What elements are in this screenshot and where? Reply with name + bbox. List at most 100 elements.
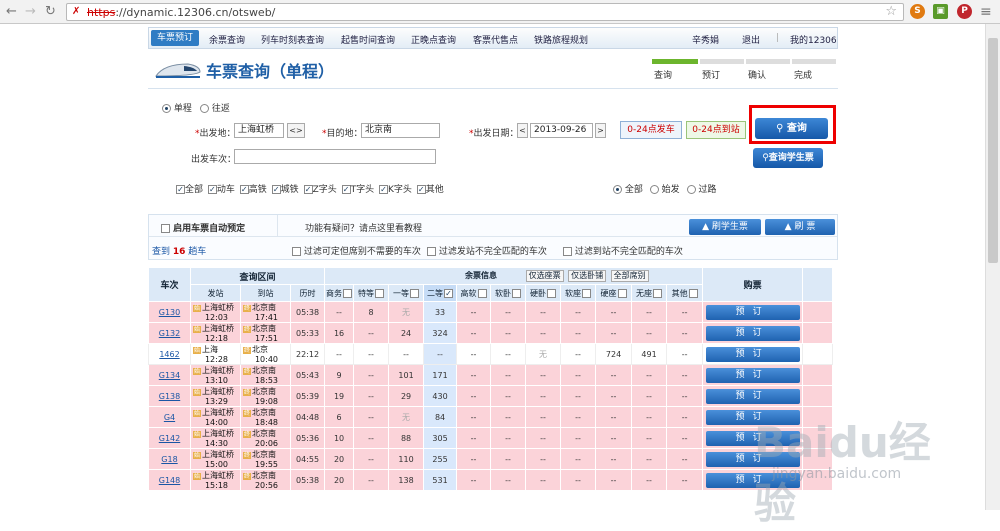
filter-pass[interactable]: 过路 <box>686 185 716 195</box>
auto-book-checkbox[interactable] <box>161 224 170 233</box>
forward-icon[interactable]: → <box>25 4 36 20</box>
scrollbar-thumb[interactable] <box>988 38 998 263</box>
only-sleeper-button[interactable]: 仅选卧铺 <box>568 270 607 282</box>
prev-date-button[interactable]: < <box>517 123 528 138</box>
round-trip-option[interactable]: 往返 <box>200 101 230 114</box>
to-cell: 终北京南 20:56 <box>240 469 291 491</box>
type-g[interactable]: ✓高铁 <box>239 185 267 195</box>
round-trip-radio[interactable] <box>200 104 209 113</box>
address-bar[interactable]: ✗ https://dynamic.12306.cn/otsweb/ ☆ <box>66 3 904 21</box>
type-c[interactable]: ✓城铁 <box>271 185 299 195</box>
col-class-8[interactable]: 硬座 <box>595 284 633 302</box>
train-no-input[interactable] <box>234 149 436 164</box>
book-button[interactable]: 预订 <box>705 325 800 341</box>
col-class-3[interactable]: 二等 ✓ <box>423 284 458 302</box>
book-button[interactable]: 预订 <box>705 304 800 320</box>
one-way-option[interactable]: 单程 <box>162 101 192 114</box>
nav-item-sale-time[interactable]: 起售时间查询 <box>341 33 395 46</box>
train-number-link[interactable]: G130 <box>148 301 191 323</box>
seat-cell: -- <box>456 385 492 407</box>
seat-cell: -- <box>490 343 527 365</box>
train-number-link[interactable]: 1462 <box>148 343 191 365</box>
nav-item-timetable[interactable]: 列车时刻表查询 <box>261 33 324 46</box>
col-class-2[interactable]: 一等 <box>388 284 425 302</box>
menu-icon[interactable]: ≡ <box>980 4 992 20</box>
col-class-0[interactable]: 商务 <box>324 284 355 302</box>
all-seat-button[interactable]: 全部席别 <box>610 270 649 282</box>
seat-cell: 138 <box>388 469 425 491</box>
nav-item-agents[interactable]: 客票代售点 <box>473 33 518 46</box>
col-class-1[interactable]: 特等 <box>353 284 390 302</box>
train-number-link[interactable]: G138 <box>148 385 191 407</box>
train-number-link[interactable]: G132 <box>148 322 191 344</box>
cart-icon[interactable]: ▣ <box>933 4 948 19</box>
scrollbar[interactable] <box>985 24 1000 510</box>
col-class-5[interactable]: 软卧 <box>490 284 527 302</box>
seat-cell: -- <box>525 364 562 386</box>
filter-all[interactable]: 全部 <box>613 185 643 195</box>
train-number-link[interactable]: G142 <box>148 427 191 449</box>
seat-cell: -- <box>595 364 633 386</box>
one-way-radio[interactable] <box>162 104 171 113</box>
nav-item-delay[interactable]: 正晚点查询 <box>411 33 456 46</box>
book-button[interactable]: 预订 <box>705 346 800 362</box>
train-number-link[interactable]: G148 <box>148 469 191 491</box>
col-class-10[interactable]: 其他 <box>666 284 704 302</box>
query-student-button[interactable]: ⚲查询学生票 <box>753 148 823 168</box>
seat-cell: 255 <box>423 448 458 470</box>
to-station-input[interactable]: 北京南 <box>361 123 440 138</box>
book-cell: 预订 <box>702 364 804 386</box>
book-cell: 预订 <box>702 301 804 323</box>
extension-p-icon[interactable]: P <box>957 4 972 19</box>
insecure-icon: ✗ <box>72 6 81 17</box>
type-all[interactable]: ✓全部 <box>176 185 203 195</box>
only-seat-button[interactable]: 仅选座票 <box>525 270 564 282</box>
logout-link[interactable]: 退出 <box>742 33 760 46</box>
book-button[interactable]: 预订 <box>705 388 800 404</box>
type-other[interactable]: ✓其他 <box>416 185 444 195</box>
book-button[interactable]: 预订 <box>705 367 800 383</box>
help-link[interactable]: 功能有疑问？请点这里看教程 <box>305 221 422 234</box>
reload-icon[interactable]: ↻ <box>45 4 56 20</box>
nav-book-tickets[interactable]: 车票预订 <box>151 30 199 46</box>
start-badge-icon: 始 <box>193 430 202 438</box>
seat-cell: -- <box>353 406 390 428</box>
terminal-badge-icon: 终 <box>243 472 252 480</box>
seat-cell: 305 <box>423 427 458 449</box>
browser-toolbar: ← → ↻ ✗ https://dynamic.12306.cn/otsweb/… <box>0 0 1000 24</box>
filter-unneeded-seat[interactable]: 过滤可定但席别不需要的车次 <box>292 244 421 257</box>
date-input[interactable]: 2013-09-26 <box>530 123 593 138</box>
auto-book-option[interactable]: 启用车票自动预定 <box>161 221 245 234</box>
nav-item-remaining[interactable]: 余票查询 <box>209 33 245 46</box>
col-class-6[interactable]: 硬卧 <box>525 284 562 302</box>
refresh-student-button[interactable]: ▲ 刷学生票 <box>689 219 761 235</box>
back-icon[interactable]: ← <box>6 4 17 20</box>
type-t[interactable]: ✓T字头 <box>341 185 374 195</box>
next-date-button[interactable]: > <box>595 123 606 138</box>
train-number-link[interactable]: G18 <box>148 448 191 470</box>
my-12306-link[interactable]: 我的12306 <box>790 33 837 46</box>
type-d[interactable]: ✓动车 <box>207 185 235 195</box>
swap-stations-button[interactable]: <> <box>287 123 305 138</box>
from-station-input[interactable]: 上海虹桥 <box>234 123 284 138</box>
filter-to-mismatch[interactable]: 过滤到站不完全匹配的车次 <box>563 244 683 257</box>
seat-cell: -- <box>456 364 492 386</box>
train-number-link[interactable]: G4 <box>148 406 191 428</box>
depart-time-range[interactable]: 0-24点发车 <box>620 121 682 139</box>
col-class-7[interactable]: 软座 <box>560 284 597 302</box>
refresh-button[interactable]: ▲ 刷 票 <box>765 219 835 235</box>
station-filters: 全部 始发 过路 <box>613 182 716 195</box>
type-k[interactable]: ✓K字头 <box>378 185 412 195</box>
bookmark-star-icon[interactable]: ☆ <box>885 4 897 19</box>
arrive-time-range[interactable]: 0-24点到站 <box>686 121 746 139</box>
nav-item-planning[interactable]: 铁路旅程规划 <box>534 33 588 46</box>
filter-from-mismatch[interactable]: 过滤发站不完全匹配的车次 <box>427 244 547 257</box>
col-class-9[interactable]: 无座 <box>631 284 668 302</box>
col-class-4[interactable]: 高软 <box>456 284 492 302</box>
extension-s-icon[interactable]: S <box>910 4 925 19</box>
filter-start[interactable]: 始发 <box>649 185 680 195</box>
train-number-link[interactable]: G134 <box>148 364 191 386</box>
seat-cell: 无 <box>388 406 425 428</box>
terminal-badge-icon: 终 <box>243 409 252 417</box>
type-z[interactable]: ✓Z字头 <box>303 185 337 195</box>
